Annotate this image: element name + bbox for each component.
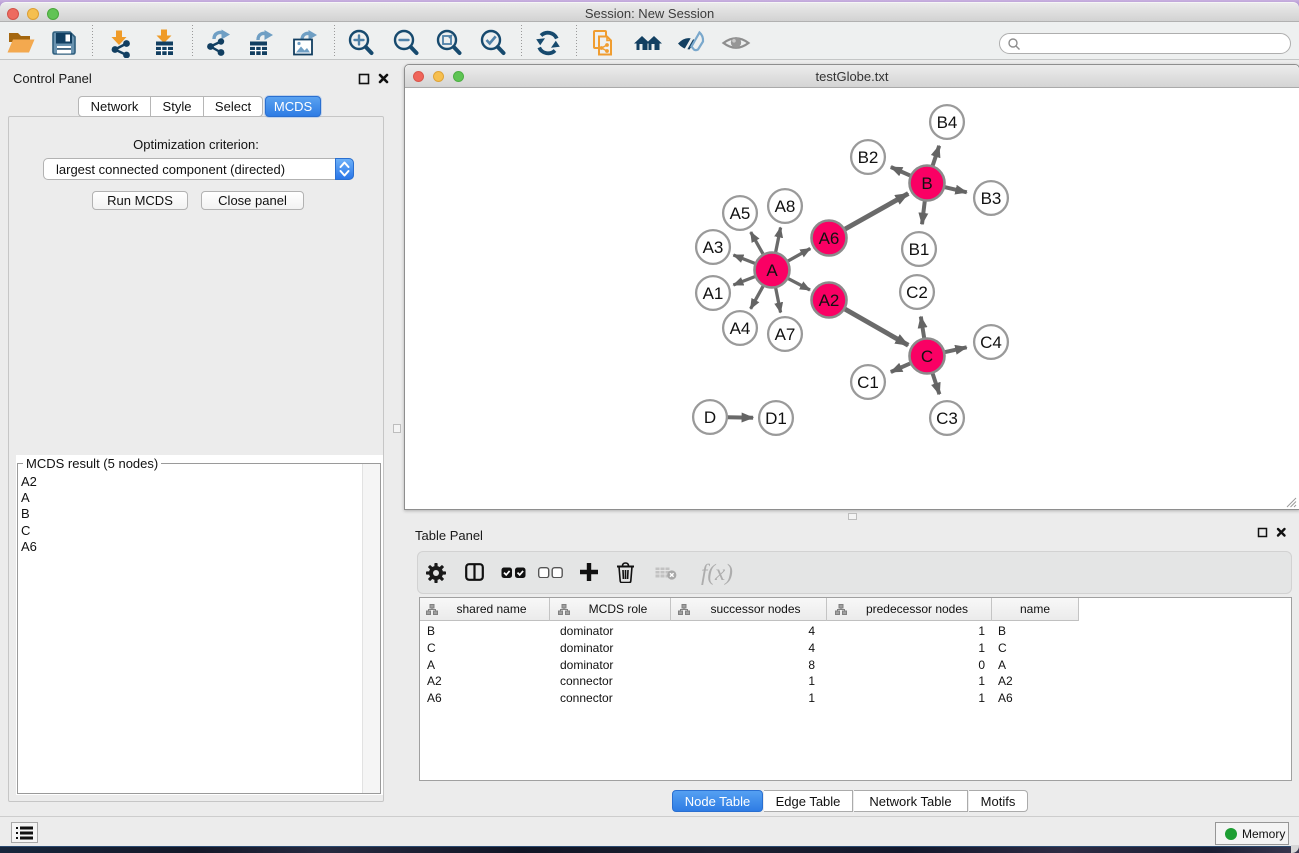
svg-text:C3: C3	[936, 409, 958, 428]
svg-text:C1: C1	[857, 373, 879, 392]
svg-text:D1: D1	[765, 409, 787, 428]
svg-text:A: A	[766, 261, 778, 280]
svg-text:A5: A5	[730, 204, 751, 223]
svg-text:D: D	[704, 408, 716, 427]
svg-text:C2: C2	[906, 283, 928, 302]
svg-text:C4: C4	[980, 333, 1002, 352]
svg-text:A1: A1	[703, 284, 724, 303]
svg-text:B4: B4	[937, 113, 958, 132]
svg-text:B2: B2	[858, 148, 879, 167]
svg-text:B: B	[921, 174, 932, 193]
svg-text:A7: A7	[775, 325, 796, 344]
svg-text:A2: A2	[819, 291, 840, 310]
svg-text:A8: A8	[775, 197, 796, 216]
svg-text:A3: A3	[703, 238, 724, 257]
svg-text:B1: B1	[909, 240, 930, 259]
svg-text:A4: A4	[730, 319, 751, 338]
svg-text:C: C	[921, 347, 933, 366]
svg-text:A6: A6	[819, 229, 840, 248]
svg-text:B3: B3	[981, 189, 1002, 208]
